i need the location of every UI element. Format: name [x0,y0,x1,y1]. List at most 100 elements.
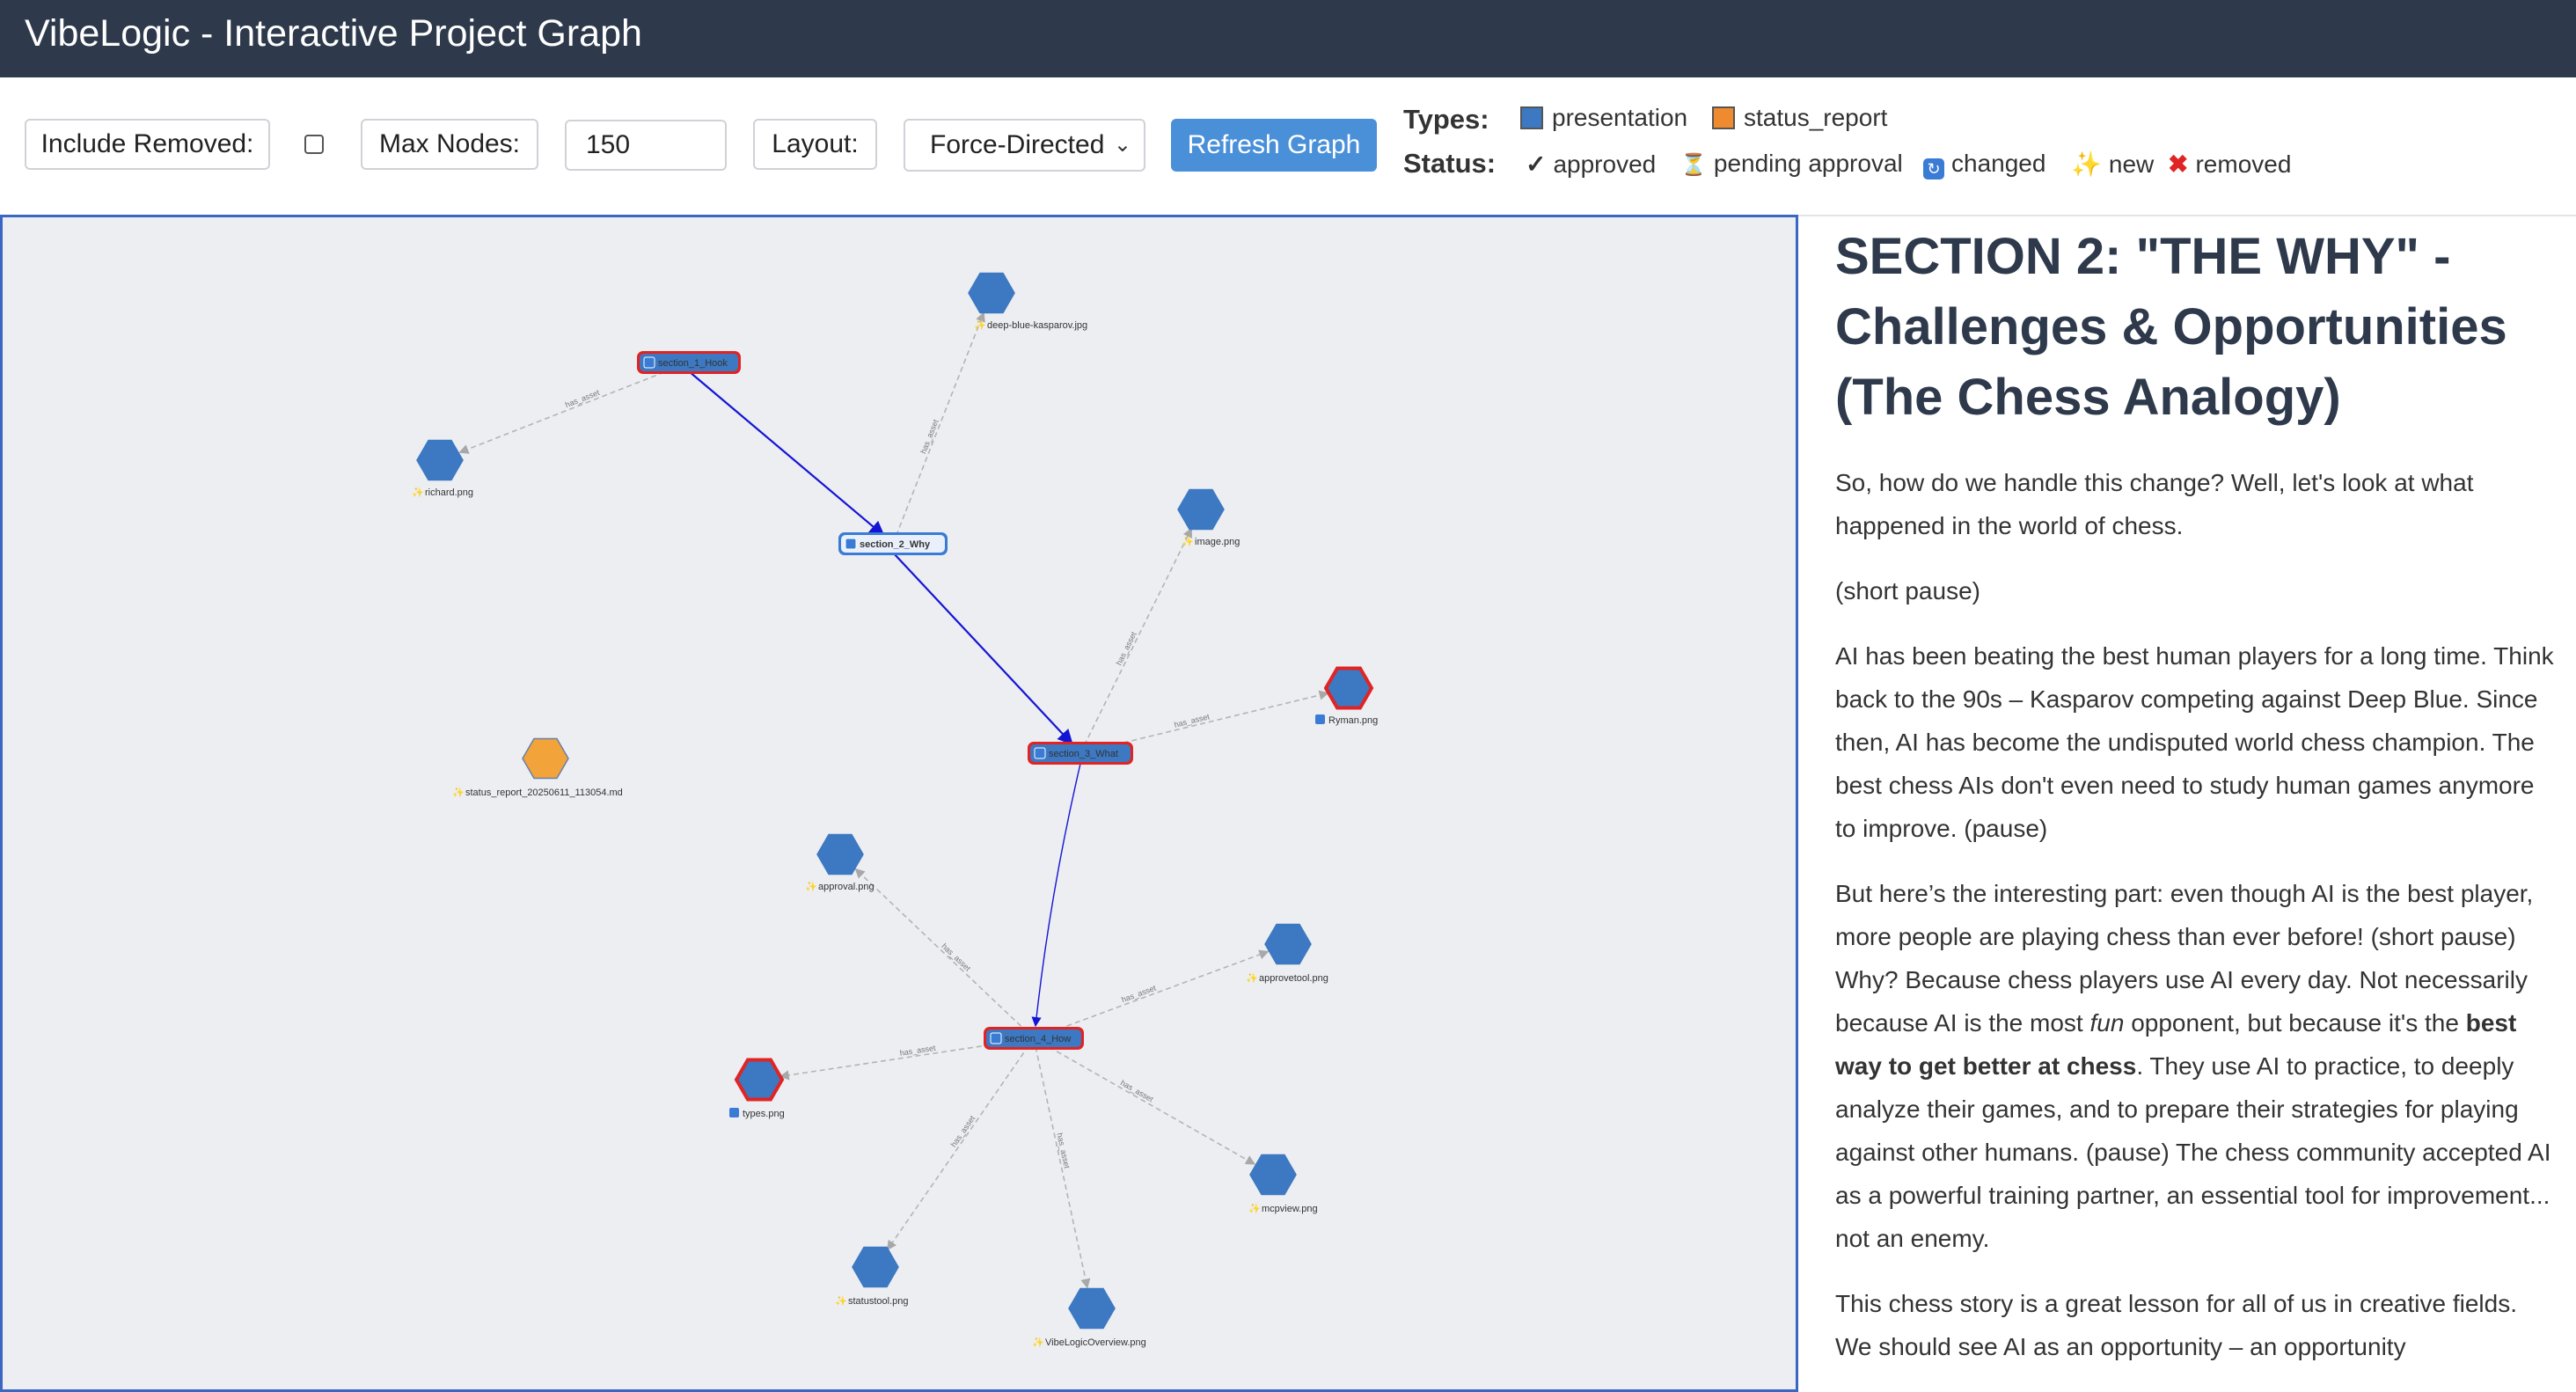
legend-status-removed: ✖ removed [2168,150,2291,179]
flow-edge-line [1031,763,1081,1028]
legend-status-label: new [2108,150,2155,178]
sparkle-icon: ✨ [805,881,817,892]
node-hexagon [852,1246,899,1288]
asset-node[interactable]: ✨ deep-blue-kasparov.jpg [968,272,1087,332]
node-label: section_2_Why [860,539,931,550]
asset-node[interactable]: Ryman.png [1315,666,1378,727]
edge-label: has_asset [1120,983,1157,1004]
graph-svg: has_asset has_asset has_asset has_asset has_… [412,272,1378,1349]
legend-status-changed: ↻ changed [1923,150,2045,179]
node-hexagon [1177,488,1225,531]
section-node[interactable]: section_3_What [1028,742,1133,765]
asset-edge-line [1033,949,1270,1039]
sparkle-icon: ✨ [974,319,986,331]
node-label: approvetool.png [1259,973,1328,984]
paragraph: (short pause) [1835,577,1980,604]
sparkle-icon: ✨ [1182,536,1194,547]
paragraph-text: . They use AI to practice, to deeply ana… [1835,1052,2551,1252]
asset-node[interactable]: ✨ statustool.png [835,1246,909,1308]
legend-status-label: approved [1553,150,1657,178]
refresh-icon: ↻ [1923,158,1944,179]
changed-icon [729,1108,739,1117]
asset-node[interactable]: ✨ richard.png [412,439,473,499]
edge-label: has_asset [940,941,972,973]
edge-label: has_asset [1115,630,1138,667]
presentation-swatch [1520,106,1543,129]
node-label: statustool.png [848,1296,909,1307]
app-title: VibeLogic - Interactive Project Graph [25,12,642,55]
paragraph: So, how do we handle this change? Well, … [1835,469,2474,539]
node-label: mcpview.png [1262,1204,1318,1214]
include-removed-checkbox[interactable] [304,135,324,154]
sparkle-icon: ✨ [835,1295,847,1307]
asset-node[interactable]: ✨ mcpview.png [1248,1154,1318,1215]
section-content-panel: SECTION 2: "THE WHY" - Challenges & Oppo… [1835,222,2557,1392]
section-node[interactable]: section_2_Why [838,532,948,555]
node-label: section_4_How [1005,1034,1071,1044]
paragraph-text: opponent, but because it's the [2124,1009,2466,1037]
node-hexagon [1264,923,1312,965]
asset-edge-line [887,1037,1035,1251]
chevron-down-icon: ⌄ [1113,133,1131,157]
asset-edge-line [892,311,985,545]
flow-edge-line [892,552,1073,745]
changed-icon [990,1032,1002,1044]
asset-node[interactable]: ✨ approval.png [805,833,875,893]
changed-icon [1315,714,1325,724]
node-hexagon [734,1058,785,1102]
node-label: section_3_What [1049,749,1118,759]
paragraph: AI has been beating the best human playe… [1835,642,2554,842]
asset-node[interactable]: ✨ image.png [1177,488,1240,548]
status-report-swatch [1712,106,1735,129]
node-label: status_report_20250611_113054.md [465,788,623,798]
flow-edge [688,370,885,537]
node-label: deep-blue-kasparov.jpg [987,320,1087,331]
hourglass-icon: ⏳ [1680,153,1707,177]
legend-status-label: changed [1951,150,2046,177]
cross-icon: ✖ [2168,150,2189,178]
asset-edge: has_asset [1033,1037,1091,1289]
legend-type-label: status_report [1744,104,1888,131]
nodes-layer: section_1_Hook section_2_Why section_3_Wha… [412,272,1378,1349]
include-removed-label: Include Removed: [25,119,270,170]
legend-status-label: pending approval [1713,150,1903,177]
legend-status-label: removed [2195,150,2292,178]
node-hexagon [416,439,464,481]
sparkle-icon: ✨ [1248,1203,1261,1214]
section-node[interactable]: section_4_How [984,1027,1084,1050]
paragraph: But here’s the interesting part: even th… [1835,872,2557,1260]
asset-edge: has_asset [458,362,690,454]
node-label: Ryman.png [1328,715,1378,726]
sparkle-icon: ✨ [2071,150,2102,178]
sparkle-icon: ✨ [412,487,424,498]
node-hexagon [522,737,569,780]
node-label: section_1_Hook [658,358,728,369]
refresh-graph-button[interactable]: Refresh Graph [1171,119,1377,172]
node-hexagon [816,833,864,875]
node-hexagon [968,272,1015,314]
changed-icon [1034,747,1046,759]
max-nodes-input[interactable]: 150 [565,120,727,171]
node-label: richard.png [425,487,473,498]
node-hexagon [1323,666,1374,710]
asset-node[interactable]: ✨ status_report_20250611_113054.md [452,737,623,799]
layout-select[interactable]: Force-Directed ⌄ [904,119,1145,172]
sparkle-icon: ✨ [1246,972,1258,984]
sparkle-icon: ✨ [1032,1337,1044,1348]
asset-edge: has_asset [892,311,985,545]
legend-type-label: presentation [1552,104,1688,131]
asset-edge-line [854,868,1035,1039]
asset-node[interactable]: types.png [729,1058,785,1120]
asset-node[interactable]: ✨ approvetool.png [1246,923,1328,985]
edge-label: has_asset [949,1114,977,1149]
graph-canvas[interactable]: has_asset has_asset has_asset has_asset has_… [0,215,1798,1392]
paragraph: This chess story is a great lesson for a… [1835,1290,2517,1360]
section-node[interactable]: section_1_Hook [637,351,741,374]
flow-edge [892,552,1073,745]
layout-label: Layout: [753,119,877,170]
layout-select-value: Force-Directed [930,130,1105,159]
emphasis-text: fun [2089,1009,2125,1037]
max-nodes-label: Max Nodes: [361,119,538,170]
asset-node[interactable]: ✨ VibeLogicOverview.png [1032,1287,1146,1349]
flow-edge-line [688,370,885,537]
